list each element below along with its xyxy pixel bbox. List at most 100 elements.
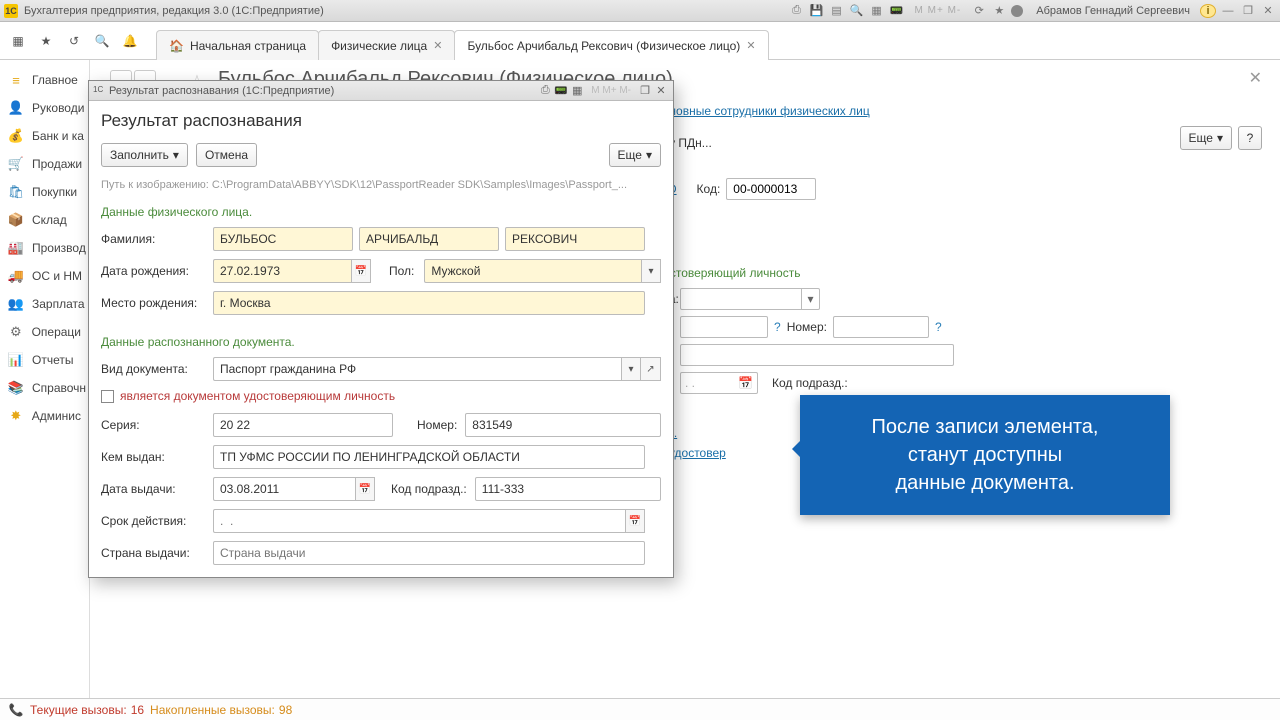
more-button[interactable]: Еще ▾ — [609, 143, 661, 167]
sidebar-item[interactable]: 👥 Зарплата — [0, 290, 89, 318]
window-close-icon[interactable]: ✕ — [653, 84, 669, 98]
nav-icon: 👤 — [8, 100, 24, 116]
code-label: Код: — [697, 182, 721, 196]
nav-label: Руководи — [32, 101, 84, 115]
path-value: C:\ProgramData\ABBYY\SDK\12\PassportRead… — [212, 179, 627, 191]
doctype-select[interactable] — [213, 357, 621, 381]
help-icon[interactable]: ? — [935, 320, 942, 334]
series-input[interactable] — [680, 316, 768, 338]
sidebar-item[interactable]: 🚚ОС и НМ — [0, 262, 89, 290]
nav-label: Продажи — [32, 157, 82, 171]
sidebar-item[interactable]: 👤 Руководи — [0, 94, 89, 122]
chevron-down-icon: ▾ — [801, 289, 819, 309]
number-label: Номер: — [417, 418, 457, 432]
window-restore-icon[interactable]: ❐ — [637, 84, 653, 98]
status-current-value: 16 — [131, 703, 144, 717]
dept-code-input[interactable] — [475, 477, 661, 501]
doc-type-select[interactable]: ▾ — [680, 288, 820, 310]
number-input[interactable] — [833, 316, 929, 338]
chevron-down-icon: ▾ — [646, 148, 652, 162]
nav-icon: 💰 — [8, 128, 24, 144]
apps-icon[interactable]: ▦ — [8, 31, 28, 51]
country-input[interactable] — [213, 541, 645, 565]
compare-icon[interactable]: ▤ — [829, 4, 845, 18]
print-icon[interactable]: ⎙ — [537, 84, 553, 98]
sidebar-item[interactable]: 📊Отчеты — [0, 346, 89, 374]
chevron-down-icon[interactable]: ▾ — [621, 357, 641, 381]
nav-label: Склад — [32, 213, 67, 227]
history-icon[interactable]: ↺ — [64, 31, 84, 51]
more-button[interactable]: Еще ▾ — [1180, 126, 1232, 150]
tabstrip: 🏠 Начальная страница Физические лица ✕ Б… — [156, 22, 768, 59]
page-close-icon[interactable]: ✕ — [1249, 68, 1262, 88]
dept-code-label: Код подразд.: — [391, 482, 467, 496]
help-icon[interactable]: ? — [774, 320, 781, 334]
issued-by-input[interactable] — [213, 445, 645, 469]
identity-doc-checkbox[interactable] — [101, 390, 114, 403]
sidebar-item[interactable]: ✸Админис — [0, 402, 89, 430]
bell-icon[interactable]: 🔔 — [120, 31, 140, 51]
tab-individual-card[interactable]: Бульбос Арчибальд Рексович (Физическое л… — [454, 30, 768, 60]
sidebar-item[interactable]: 🛒Продажи — [0, 150, 89, 178]
calendar-icon[interactable]: ▦ — [569, 84, 585, 98]
chevron-down-icon[interactable]: ▾ — [641, 259, 661, 283]
valid-until-input[interactable] — [213, 509, 625, 533]
series-input[interactable] — [213, 413, 393, 437]
sidebar-item[interactable]: 💰Банк и ка — [0, 122, 89, 150]
refresh-icon[interactable]: ⟳ — [971, 4, 987, 18]
doctype-label: Вид документа: — [101, 362, 213, 376]
window-restore-icon[interactable]: ❐ — [1240, 4, 1256, 18]
issue-date-input[interactable]: . .📅 — [680, 372, 758, 394]
fill-button[interactable]: Заполнить ▾ — [101, 143, 188, 167]
link-main-employees[interactable]: Основные сотрудники физических лиц — [654, 104, 870, 118]
nav-icon: ✸ — [8, 408, 24, 424]
calendar-icon[interactable]: 📅 — [351, 259, 371, 283]
window-minimize-icon[interactable]: — — [1220, 4, 1236, 18]
calendar-icon[interactable]: 📅 — [738, 376, 753, 390]
search-icon[interactable]: 🔍 — [92, 31, 112, 51]
close-icon[interactable]: ✕ — [433, 39, 442, 52]
calendar-icon[interactable]: ▦ — [869, 4, 885, 18]
calc-icon[interactable]: 📟 — [889, 4, 905, 18]
sidebar-item[interactable]: ≡Главное — [0, 66, 89, 94]
firstname-input[interactable] — [359, 227, 499, 251]
path-label: Путь к изображению: — [101, 179, 209, 191]
calendar-icon[interactable]: 📅 — [625, 509, 645, 533]
tab-individuals[interactable]: Физические лица ✕ — [318, 30, 455, 60]
save-icon[interactable]: 💾 — [809, 4, 825, 18]
calendar-icon[interactable]: 📅 — [355, 477, 375, 501]
code-input[interactable] — [726, 178, 816, 200]
status-accumulated-label: Накопленные вызовы: — [150, 703, 275, 717]
tab-home[interactable]: 🏠 Начальная страница — [156, 30, 319, 60]
sidebar-item[interactable]: 📦Склад — [0, 206, 89, 234]
nav-label: Зарплата — [32, 297, 85, 311]
nav-icon: 👥 — [8, 296, 24, 312]
identity-doc-text: является документом удостоверяющим лично… — [120, 389, 395, 403]
sidebar-item[interactable]: 📚Справочн — [0, 374, 89, 402]
star-icon[interactable]: ★ — [36, 31, 56, 51]
favorite-icon[interactable]: ★ — [991, 4, 1007, 18]
sidebar-item[interactable]: 🛍Покупки — [0, 178, 89, 206]
open-icon[interactable]: ↗ — [641, 357, 661, 381]
print-icon[interactable]: ⎙ — [789, 4, 805, 18]
number-label: Номер: — [787, 320, 827, 334]
dob-input[interactable] — [213, 259, 351, 283]
lastname-input[interactable] — [213, 227, 353, 251]
info-icon[interactable]: i — [1200, 4, 1216, 18]
middlename-input[interactable] — [505, 227, 645, 251]
issued-by-input[interactable] — [680, 344, 954, 366]
pob-input[interactable] — [213, 291, 645, 315]
cancel-button[interactable]: Отмена — [196, 143, 257, 167]
sidebar-item[interactable]: 🏭Производ — [0, 234, 89, 262]
window-close-icon[interactable]: ✕ — [1260, 4, 1276, 18]
close-icon[interactable]: ✕ — [746, 39, 755, 52]
calc-icon[interactable]: 📟 — [553, 84, 569, 98]
issue-date-input[interactable] — [213, 477, 355, 501]
sidebar-item[interactable]: ⚙Операци — [0, 318, 89, 346]
nav-icon: 📊 — [8, 352, 24, 368]
issue-date-label: Дата выдачи: — [101, 482, 213, 496]
number-input[interactable] — [465, 413, 661, 437]
sex-select[interactable] — [424, 259, 641, 283]
help-button[interactable]: ? — [1238, 126, 1262, 150]
find-icon[interactable]: 🔍 — [849, 4, 865, 18]
